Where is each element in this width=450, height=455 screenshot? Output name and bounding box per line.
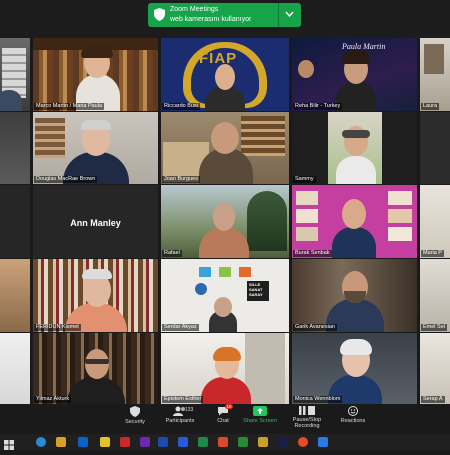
video-tile[interactable] xyxy=(0,333,30,404)
mail-icon[interactable] xyxy=(78,437,88,447)
video-tile[interactable]: SILLE SANAT SARAY Serdar Akyaz xyxy=(161,259,289,332)
participant-name: Reha Bilir - Turkey xyxy=(293,103,343,110)
powerpoint-icon[interactable] xyxy=(218,437,228,447)
record-label: Pause/Stop Recording xyxy=(292,417,322,429)
video-tile[interactable] xyxy=(0,259,30,332)
video-tile[interactable]: Laura xyxy=(420,38,450,111)
participant-name: Yilmaz Akturk xyxy=(34,396,72,403)
zoom-taskbar-icon[interactable] xyxy=(318,437,328,447)
banner-title: Zoom Meetings xyxy=(170,6,219,13)
video-tile[interactable]: Monica Wennblom xyxy=(292,333,417,404)
video-tile[interactable]: Epistem Esther xyxy=(161,333,289,404)
video-tile[interactable]: Marco Martin / Maria Paula xyxy=(33,38,158,111)
office-icon[interactable] xyxy=(120,437,130,447)
video-grid: Marco Martin / Maria Paula FIAP Riccardo… xyxy=(0,38,450,404)
chrome-icon[interactable] xyxy=(298,437,308,447)
video-tile-camera-off[interactable]: Ann Manley xyxy=(33,185,158,258)
sille-logo-line3: SARAY xyxy=(249,292,263,297)
chevron-down-icon xyxy=(285,11,294,17)
video-tile[interactable]: Maria P xyxy=(420,185,450,258)
photoshop-icon[interactable] xyxy=(278,437,288,447)
video-tile[interactable]: Douglas MacRae Brown xyxy=(33,112,158,184)
reactions-label: Reactions xyxy=(340,418,366,424)
video-tile[interactable]: FERIDUN Kismet xyxy=(33,259,158,332)
video-tile[interactable]: Serap A xyxy=(420,333,450,404)
security-button[interactable]: Security xyxy=(120,406,150,425)
video-tile[interactable]: Rafael xyxy=(161,185,289,258)
participant-name: Riccardo Busi xyxy=(162,103,200,110)
chat-button[interactable]: 16 Chat xyxy=(210,404,236,424)
participant-name: Maria P xyxy=(421,250,444,257)
video-tile[interactable]: Emel Sel xyxy=(420,259,450,332)
video-tile[interactable]: Yilmaz Akturk xyxy=(33,333,158,404)
share-screen-button[interactable]: Share Screen xyxy=(240,406,280,424)
chat-unread-badge: 16 xyxy=(225,404,234,409)
participant-name: Garik Avanesian xyxy=(293,324,337,331)
participants-button[interactable]: 133 Participants xyxy=(160,406,200,424)
smiley-icon xyxy=(348,406,358,416)
video-tile[interactable] xyxy=(420,112,450,184)
meeting-controls: Security 133 Participants 16 Chat Share … xyxy=(0,404,450,434)
store-icon[interactable] xyxy=(56,437,66,447)
share-screen-icon xyxy=(253,406,267,416)
video-tile[interactable]: Sammy xyxy=(292,112,417,184)
video-tile[interactable]: Paula Martin Reha Bilir - Turkey xyxy=(292,38,417,111)
participant-name: Serdar Akyaz xyxy=(162,324,199,331)
security-label: Security xyxy=(125,419,145,425)
video-tile[interactable] xyxy=(0,185,30,258)
video-tile[interactable] xyxy=(0,38,30,111)
word-icon[interactable] xyxy=(158,437,168,447)
participant-name: FERIDUN Kismet xyxy=(34,324,81,331)
participant-name: Monica Wennblom xyxy=(293,396,343,403)
shield-icon xyxy=(130,406,140,417)
fiap-logo-text: FIAP xyxy=(199,50,238,67)
participants-label: Participants xyxy=(165,418,195,424)
video-tile[interactable]: Garik Avanesian xyxy=(292,259,417,332)
windows-logo-icon xyxy=(4,440,14,450)
outlook-icon[interactable] xyxy=(178,437,188,447)
excel-icon[interactable] xyxy=(198,437,208,447)
participant-name: Joan Burgues xyxy=(162,176,200,183)
camera-in-use-banner[interactable]: Zoom Meetings web kamerasını kullanıyor xyxy=(148,3,301,27)
participant-name: Marco Martin / Maria Paula xyxy=(34,103,105,110)
participant-count: 133 xyxy=(185,407,194,413)
reactions-button[interactable]: Reactions xyxy=(338,406,368,424)
app-icon[interactable] xyxy=(258,437,268,447)
start-icon[interactable] xyxy=(4,437,14,450)
participant-name-center: Ann Manley xyxy=(70,217,121,228)
video-tile[interactable] xyxy=(0,112,30,184)
onenote-icon[interactable] xyxy=(140,437,150,447)
banner-subtitle: web kamerasını kullanıyor xyxy=(170,16,252,23)
os-taskbar xyxy=(0,434,450,450)
banner-expand-button[interactable] xyxy=(278,3,301,27)
participant-name: Rafael xyxy=(162,250,182,257)
edge-icon[interactable] xyxy=(36,437,46,447)
participant-name: Douglas MacRae Brown xyxy=(34,176,98,183)
pause-stop-icon xyxy=(299,406,315,415)
participant-name: Burak Senbak xyxy=(293,250,332,257)
chat-label: Chat xyxy=(217,418,229,424)
video-tile[interactable]: Burak Senbak xyxy=(292,185,417,258)
app-icon[interactable] xyxy=(238,437,248,447)
shield-icon xyxy=(154,8,165,21)
participant-name: Serap A xyxy=(421,396,445,403)
participant-name: Sammy xyxy=(293,176,316,183)
video-tile[interactable]: Joan Burgues xyxy=(161,112,289,184)
top-bar: Zoom Meetings web kamerasını kullanıyor xyxy=(0,0,450,38)
share-screen-label: Share Screen xyxy=(243,418,277,424)
participant-name: Laura xyxy=(421,103,440,110)
video-tile-active-speaker[interactable]: FIAP Riccardo Busi xyxy=(161,38,289,111)
participant-name: Epistem Esther xyxy=(162,396,204,403)
participant-name: Emel Sel xyxy=(421,324,448,331)
folder-icon[interactable] xyxy=(100,437,110,447)
record-button[interactable]: Pause/Stop Recording xyxy=(280,406,334,429)
